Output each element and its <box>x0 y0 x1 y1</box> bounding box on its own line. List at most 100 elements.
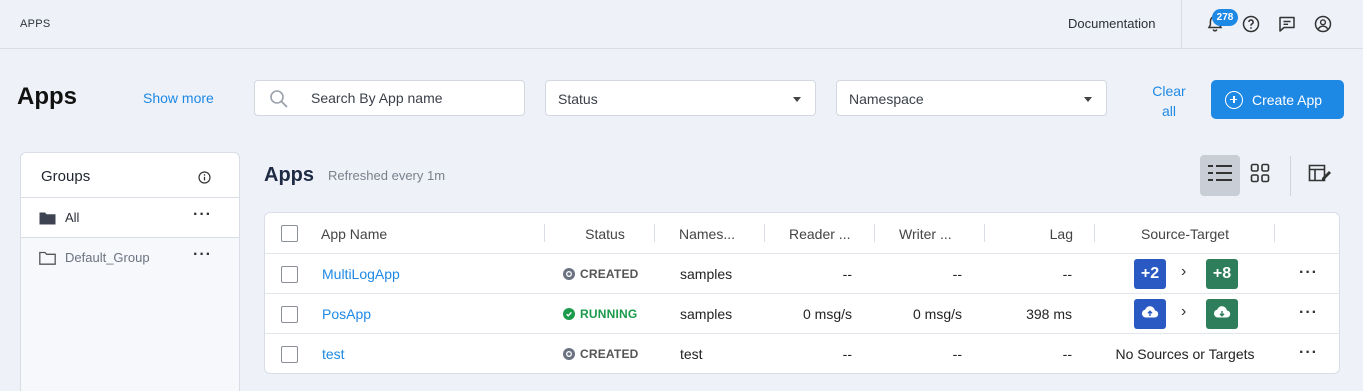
app-name-link[interactable]: MultiLogApp <box>322 254 400 294</box>
namespace-select-label: Namespace <box>849 91 924 107</box>
lag-cell: -- <box>1062 346 1072 362</box>
status-cell: CREATED <box>563 334 639 373</box>
table-row[interactable]: MultiLogApp CREATED samples -- -- -- +2 … <box>265 254 1339 294</box>
row-more-options-icon[interactable]: ··· <box>1299 304 1318 322</box>
column-header-reader[interactable]: Reader ... <box>789 213 850 254</box>
apps-list-title: Apps <box>264 164 314 186</box>
lag-cell: -- <box>1062 266 1072 282</box>
groups-header: Groups <box>21 153 239 198</box>
edit-columns-icon <box>1308 163 1332 188</box>
notification-badge: 278 <box>1212 9 1238 26</box>
group-item-label: Default_Group <box>65 250 150 265</box>
list-view-button[interactable] <box>1200 155 1240 196</box>
caret-down-icon <box>1084 97 1092 102</box>
show-more-link[interactable]: Show more <box>143 90 214 106</box>
column-separator <box>544 224 545 242</box>
column-header-writer[interactable]: Writer ... <box>899 213 952 254</box>
info-icon[interactable] <box>198 171 211 189</box>
column-header-namespace[interactable]: Names... <box>679 213 735 254</box>
created-status-icon <box>563 268 575 280</box>
reader-rate-cell: -- <box>842 346 852 362</box>
app-name-link[interactable]: test <box>322 334 345 373</box>
refresh-interval-text: Refreshed every 1m <box>328 168 446 183</box>
column-header-lag[interactable]: Lag <box>995 213 1073 254</box>
grid-view-button[interactable] <box>1240 155 1280 196</box>
more-options-icon[interactable]: ··· <box>193 206 212 224</box>
top-divider <box>1181 0 1182 48</box>
status-cell: RUNNING <box>563 294 637 334</box>
source-button[interactable] <box>1134 299 1166 329</box>
targets-count-button[interactable]: +8 <box>1206 259 1238 289</box>
status-badge: RUNNING <box>563 307 637 321</box>
table-row[interactable]: PosApp RUNNING samples 0 msg/s 0 msg/s 3… <box>265 294 1339 334</box>
grid-view-icon <box>1250 163 1270 188</box>
create-app-label: Create App <box>1252 91 1323 108</box>
status-text: CREATED <box>580 347 639 361</box>
group-item-label: All <box>65 210 80 225</box>
search-box <box>254 80 525 116</box>
sources-count-button[interactable]: +2 <box>1134 259 1166 289</box>
search-input[interactable] <box>311 90 511 106</box>
folder-outline-icon <box>39 251 56 270</box>
status-select-label: Status <box>558 91 598 107</box>
view-divider <box>1290 156 1291 196</box>
chevron-right-icon: › <box>1181 263 1187 280</box>
plus-circle-icon <box>1225 90 1243 109</box>
reader-rate-cell: -- <box>842 266 852 282</box>
namespace-cell: samples <box>680 306 733 322</box>
namespace-cell: test <box>680 346 703 362</box>
page-section-title: APPS <box>20 18 51 30</box>
app-name-link[interactable]: PosApp <box>322 294 371 334</box>
column-separator <box>1274 224 1275 242</box>
status-cell: CREATED <box>563 254 639 294</box>
groups-title: Groups <box>41 168 91 185</box>
feedback-icon[interactable] <box>1278 15 1296 33</box>
clear-all-link[interactable]: Clear all <box>1148 81 1190 121</box>
status-text: RUNNING <box>580 307 638 321</box>
caret-down-icon <box>793 97 801 102</box>
help-icon[interactable] <box>1242 15 1260 33</box>
lag-cell: 398 ms <box>1026 306 1072 322</box>
row-checkbox[interactable] <box>281 306 298 323</box>
column-header-source-target[interactable]: Source-Target <box>1095 213 1275 254</box>
select-all-checkbox[interactable] <box>281 225 298 242</box>
page-title: Apps <box>17 83 77 110</box>
more-options-icon[interactable]: ··· <box>193 246 212 264</box>
group-item-default[interactable]: Default_Group ··· <box>21 238 239 278</box>
check-circle-icon <box>563 308 575 320</box>
namespace-cell: samples <box>680 266 733 282</box>
target-button[interactable] <box>1206 299 1238 329</box>
writer-rate-cell: -- <box>952 346 962 362</box>
row-checkbox[interactable] <box>281 266 298 283</box>
status-badge: CREATED <box>563 267 639 281</box>
column-header-app-name[interactable]: App Name <box>321 213 387 254</box>
status-badge: CREATED <box>563 347 639 361</box>
row-more-options-icon[interactable]: ··· <box>1299 344 1318 362</box>
edit-columns-button[interactable] <box>1300 155 1340 196</box>
column-separator <box>984 224 985 242</box>
writer-rate-cell: 0 msg/s <box>912 306 962 322</box>
cloud-download-icon <box>1213 305 1231 324</box>
table-header-row: App Name Status Names... Reader ... Writ… <box>265 213 1339 254</box>
cloud-upload-icon <box>1141 305 1159 324</box>
account-icon[interactable] <box>1314 15 1332 33</box>
column-separator <box>764 224 765 242</box>
created-status-icon <box>563 348 575 360</box>
search-icon <box>269 89 289 114</box>
namespace-select[interactable]: Namespace <box>836 80 1107 116</box>
status-text: CREATED <box>580 267 639 281</box>
create-app-button[interactable]: Create App <box>1211 80 1344 119</box>
column-header-status[interactable]: Status <box>555 213 655 254</box>
source-target-empty-text: No Sources or Targets <box>1115 346 1255 362</box>
row-checkbox[interactable] <box>281 346 298 363</box>
status-select[interactable]: Status <box>545 80 816 116</box>
group-item-all[interactable]: All ··· <box>21 198 239 238</box>
documentation-link[interactable]: Documentation <box>1068 16 1155 31</box>
groups-panel: Groups All ··· Default_Group ··· <box>20 152 240 391</box>
folder-icon <box>39 211 56 230</box>
list-view-icon <box>1208 163 1232 188</box>
row-more-options-icon[interactable]: ··· <box>1299 264 1318 282</box>
column-separator <box>654 224 655 242</box>
top-bar: APPS Documentation 278 <box>0 0 1363 49</box>
table-row[interactable]: test CREATED test -- -- -- No Sources or… <box>265 334 1339 373</box>
